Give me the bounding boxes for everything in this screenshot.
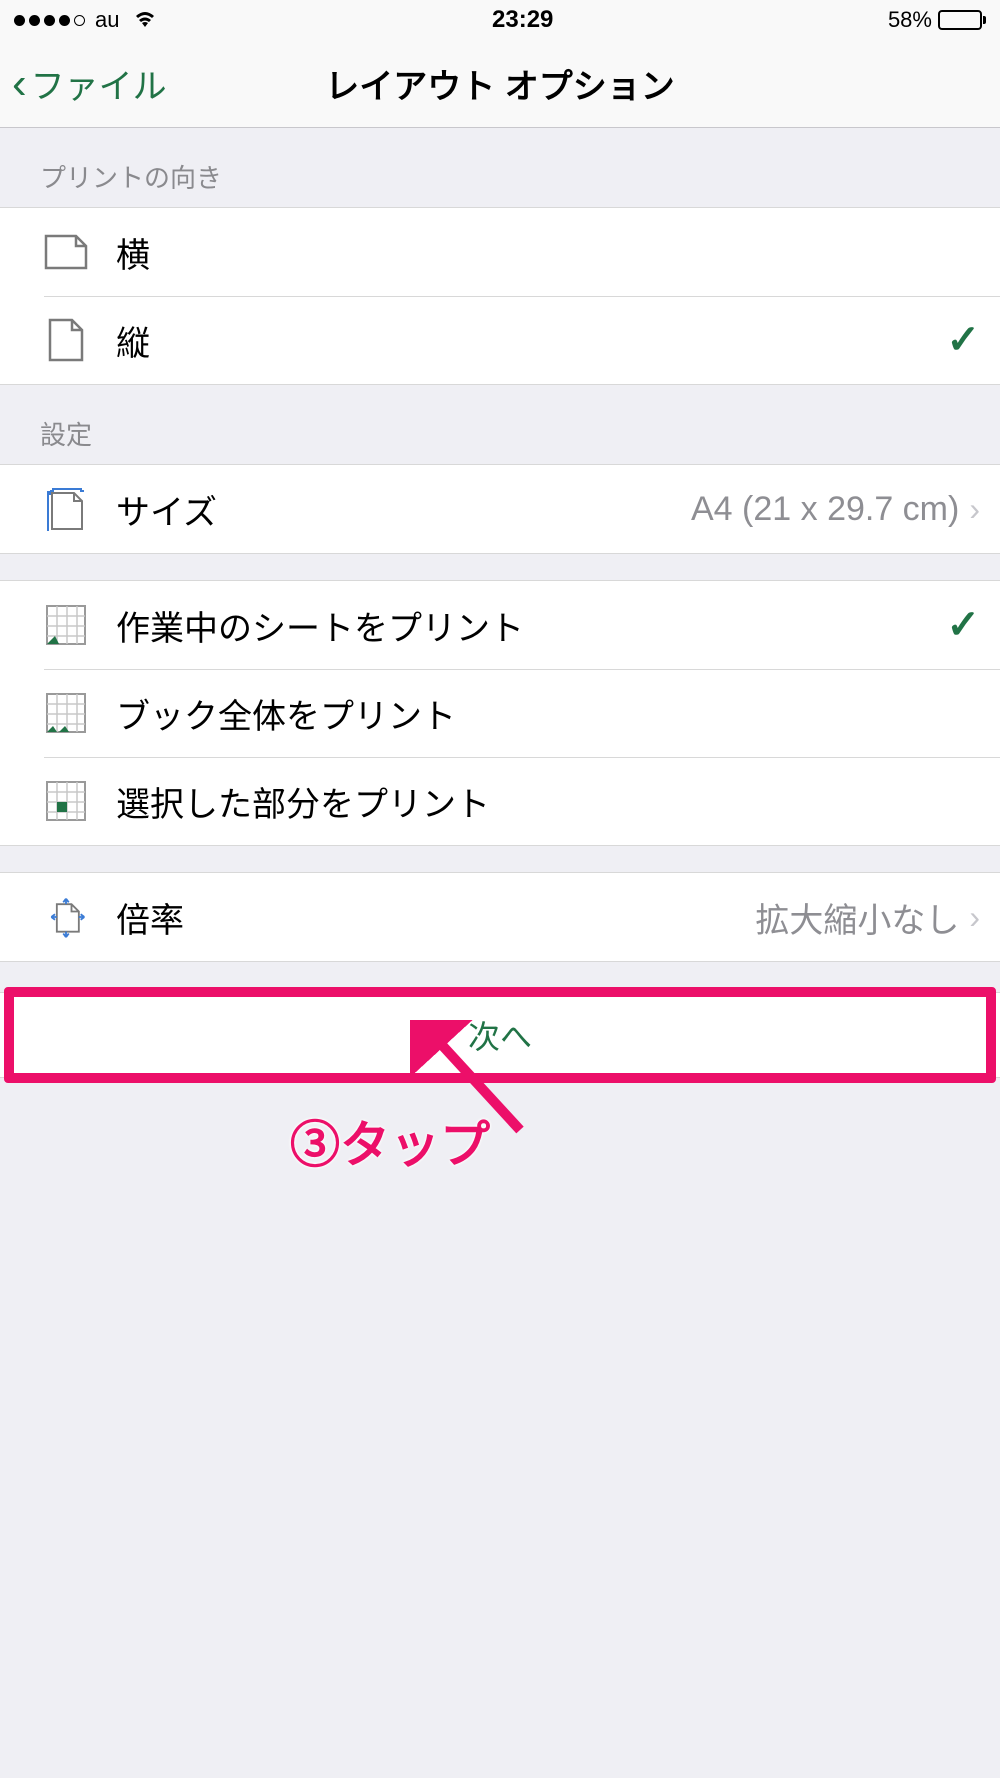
page-portrait-icon <box>44 318 88 362</box>
size-value: A4 (21 x 29.7 cm) <box>691 490 959 529</box>
selection-icon <box>44 779 88 823</box>
scale-row[interactable]: 倍率 拡大縮小なし › <box>0 873 1000 961</box>
orientation-group: 横 縦 ✓ <box>0 207 1000 385</box>
wifi-icon <box>133 7 157 33</box>
scale-icon <box>44 895 88 939</box>
page-landscape-icon <box>44 230 88 274</box>
scale-label: 倍率 <box>116 893 755 942</box>
status-left: au <box>14 7 157 33</box>
back-button[interactable]: ‹ ファイル <box>0 59 167 108</box>
next-button[interactable]: 次へ <box>0 992 1000 1078</box>
print-scope-group: 作業中のシートをプリント ✓ ブック全体をプリント 選択した部分をプリント <box>0 580 1000 846</box>
orientation-portrait-label: 縦 <box>116 316 946 365</box>
next-button-label: 次へ <box>468 1012 532 1058</box>
print-active-sheet-label: 作業中のシートをプリント <box>116 601 946 650</box>
status-right: 58% <box>888 7 986 33</box>
chevron-right-icon: › <box>969 899 980 936</box>
status-bar: au 23:29 58% <box>0 0 1000 40</box>
print-active-sheet-row[interactable]: 作業中のシートをプリント ✓ <box>0 581 1000 669</box>
print-entire-book-label: ブック全体をプリント <box>116 689 980 738</box>
page-size-icon <box>44 487 88 531</box>
chevron-left-icon: ‹ <box>12 62 27 106</box>
back-label: ファイル <box>31 59 167 108</box>
section-header-settings: 設定 <box>0 385 1000 464</box>
orientation-landscape-row[interactable]: 横 <box>0 208 1000 296</box>
section-header-orientation: プリントの向き <box>0 128 1000 207</box>
page-title: レイアウト オプション <box>325 59 674 108</box>
print-entire-book-row[interactable]: ブック全体をプリント <box>0 669 1000 757</box>
scale-value: 拡大縮小なし <box>755 893 959 942</box>
sheet-active-icon <box>44 603 88 647</box>
size-label: サイズ <box>116 485 691 534</box>
chevron-right-icon: › <box>969 491 980 528</box>
battery-percent: 58% <box>888 7 932 33</box>
signal-strength-icon <box>14 15 85 26</box>
print-selection-label: 選択した部分をプリント <box>116 777 980 826</box>
checkmark-icon: ✓ <box>946 602 980 648</box>
status-time: 23:29 <box>492 6 553 34</box>
orientation-portrait-row[interactable]: 縦 ✓ <box>0 296 1000 384</box>
size-row[interactable]: サイズ A4 (21 x 29.7 cm) › <box>0 465 1000 553</box>
orientation-landscape-label: 横 <box>116 228 980 277</box>
annotation-label: ③タップ <box>290 1105 490 1177</box>
scale-group: 倍率 拡大縮小なし › <box>0 872 1000 962</box>
print-selection-row[interactable]: 選択した部分をプリント <box>0 757 1000 845</box>
checkmark-icon: ✓ <box>946 317 980 363</box>
battery-icon <box>938 10 986 30</box>
carrier-label: au <box>95 7 119 33</box>
size-group: サイズ A4 (21 x 29.7 cm) › <box>0 464 1000 554</box>
workbook-icon <box>44 691 88 735</box>
nav-bar: ‹ ファイル レイアウト オプション <box>0 40 1000 128</box>
